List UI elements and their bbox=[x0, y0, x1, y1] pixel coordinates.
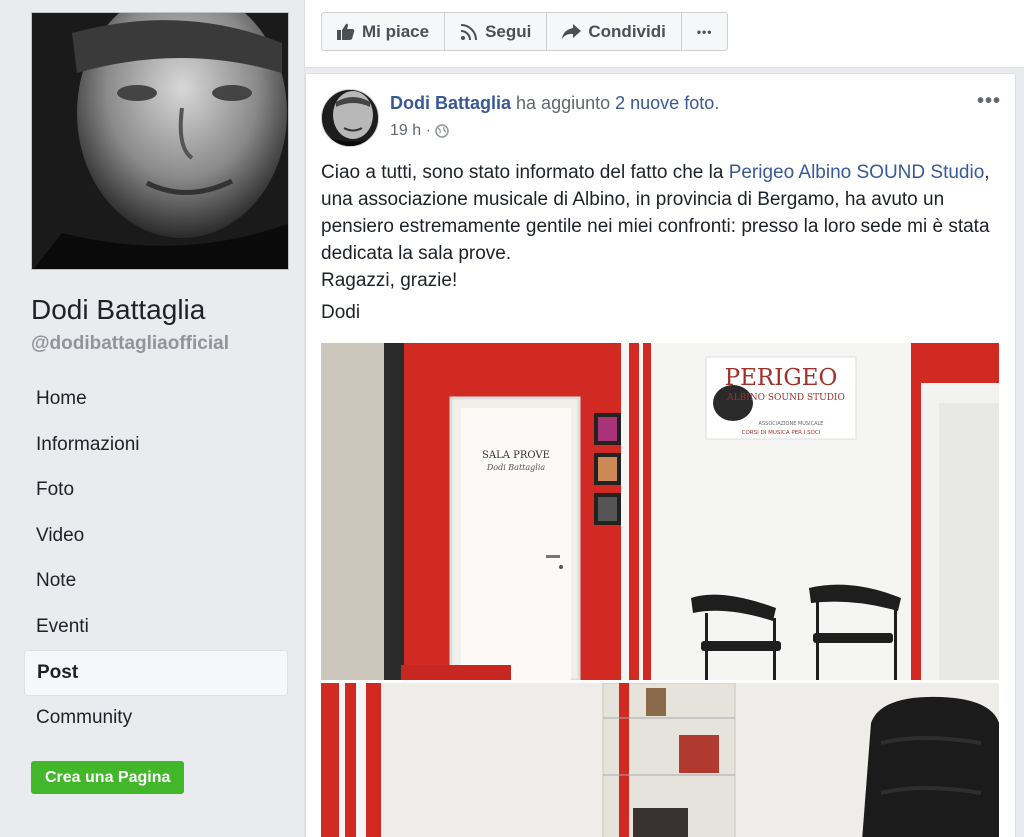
sign-small-text-2: CORSI DI MUSICA PER I SOCI bbox=[742, 430, 821, 436]
profile-picture[interactable] bbox=[31, 12, 289, 270]
nav-item-community[interactable]: Community bbox=[24, 696, 288, 742]
post-photo-2[interactable] bbox=[321, 683, 999, 837]
nav-item-home[interactable]: Home bbox=[24, 377, 288, 423]
more-dots-icon: ••• bbox=[696, 24, 713, 39]
post-header-line: Dodi Battaglia ha aggiunto 2 nuove foto. bbox=[390, 93, 719, 114]
post-photo-1[interactable]: SALA PROVE Dodi Battaglia PERIGEO ALBINO… bbox=[321, 343, 999, 680]
post-text-part1: Ciao a tutti, sono stato informato del f… bbox=[321, 162, 729, 183]
follow-button[interactable]: Segui bbox=[444, 12, 548, 51]
page-action-bar: Mi piace Segui Condividi ••• bbox=[305, 0, 1024, 68]
sign-title-text: PERIGEO bbox=[725, 365, 838, 391]
nav-item-eventi[interactable]: Eventi bbox=[24, 605, 288, 651]
share-arrow-icon bbox=[562, 24, 582, 39]
sign-subtitle-text: ALBINO SOUND STUDIO bbox=[726, 393, 845, 403]
photos-link[interactable]: 2 nuove foto bbox=[615, 93, 714, 113]
nav-item-video[interactable]: Video bbox=[24, 514, 288, 560]
avatar-image bbox=[322, 90, 378, 146]
more-actions-button[interactable]: ••• bbox=[680, 12, 729, 51]
post-meta: 19 h · bbox=[390, 122, 449, 140]
studio-mention-link[interactable]: Perigeo Albino SOUND Studio bbox=[729, 162, 985, 183]
like-button[interactable]: Mi piace bbox=[321, 12, 446, 51]
share-label: Condividi bbox=[588, 21, 666, 41]
profile-portrait-image bbox=[32, 13, 288, 269]
share-button[interactable]: Condividi bbox=[546, 12, 682, 51]
page-title[interactable]: Dodi Battaglia bbox=[31, 294, 205, 326]
post-text-line2: Ragazzi, grazie! bbox=[321, 270, 458, 291]
rss-follow-icon bbox=[460, 23, 478, 40]
page-username[interactable]: @dodibattagliaofficial bbox=[31, 333, 229, 355]
author-avatar[interactable] bbox=[321, 89, 379, 147]
post-card: Dodi Battaglia ha aggiunto 2 nuove foto.… bbox=[305, 73, 1016, 837]
create-page-button[interactable]: Crea una Pagina bbox=[31, 761, 185, 794]
like-label: Mi piace bbox=[362, 21, 430, 41]
sala-prove-room-image: SALA PROVE Dodi Battaglia PERIGEO ALBINO… bbox=[321, 343, 999, 680]
sign-small-text-1: ASSOCIAZIONE MUSICALE bbox=[759, 421, 824, 427]
post-timestamp[interactable]: 19 h bbox=[390, 122, 421, 140]
post-action-text: ha aggiunto bbox=[516, 93, 611, 113]
page-nav: Home Informazioni Foto Video Note Eventi… bbox=[24, 377, 288, 741]
door-signature-text: Dodi Battaglia bbox=[486, 463, 546, 472]
nav-item-informazioni[interactable]: Informazioni bbox=[24, 423, 288, 469]
follow-label: Segui bbox=[485, 21, 532, 41]
post-body: Ciao a tutti, sono stato informato del f… bbox=[321, 159, 1001, 294]
nav-item-note[interactable]: Note bbox=[24, 559, 288, 605]
header-period: . bbox=[714, 93, 720, 113]
nav-item-foto[interactable]: Foto bbox=[24, 468, 288, 514]
meta-separator: · bbox=[421, 122, 431, 139]
nav-item-post[interactable]: Post bbox=[24, 650, 288, 696]
author-name-link[interactable]: Dodi Battaglia bbox=[390, 93, 511, 113]
left-column: Dodi Battaglia @dodibattagliaofficial Ho… bbox=[0, 0, 304, 837]
post-signoff: Dodi bbox=[321, 302, 361, 323]
globe-audience-icon[interactable] bbox=[435, 124, 449, 138]
post-options-icon[interactable]: ••• bbox=[977, 90, 1001, 113]
studio-interior-image bbox=[321, 683, 999, 837]
door-label-text: SALA PROVE bbox=[482, 450, 550, 461]
thumbs-up-icon bbox=[337, 23, 355, 40]
action-button-group: Mi piace Segui Condividi ••• bbox=[321, 12, 729, 51]
